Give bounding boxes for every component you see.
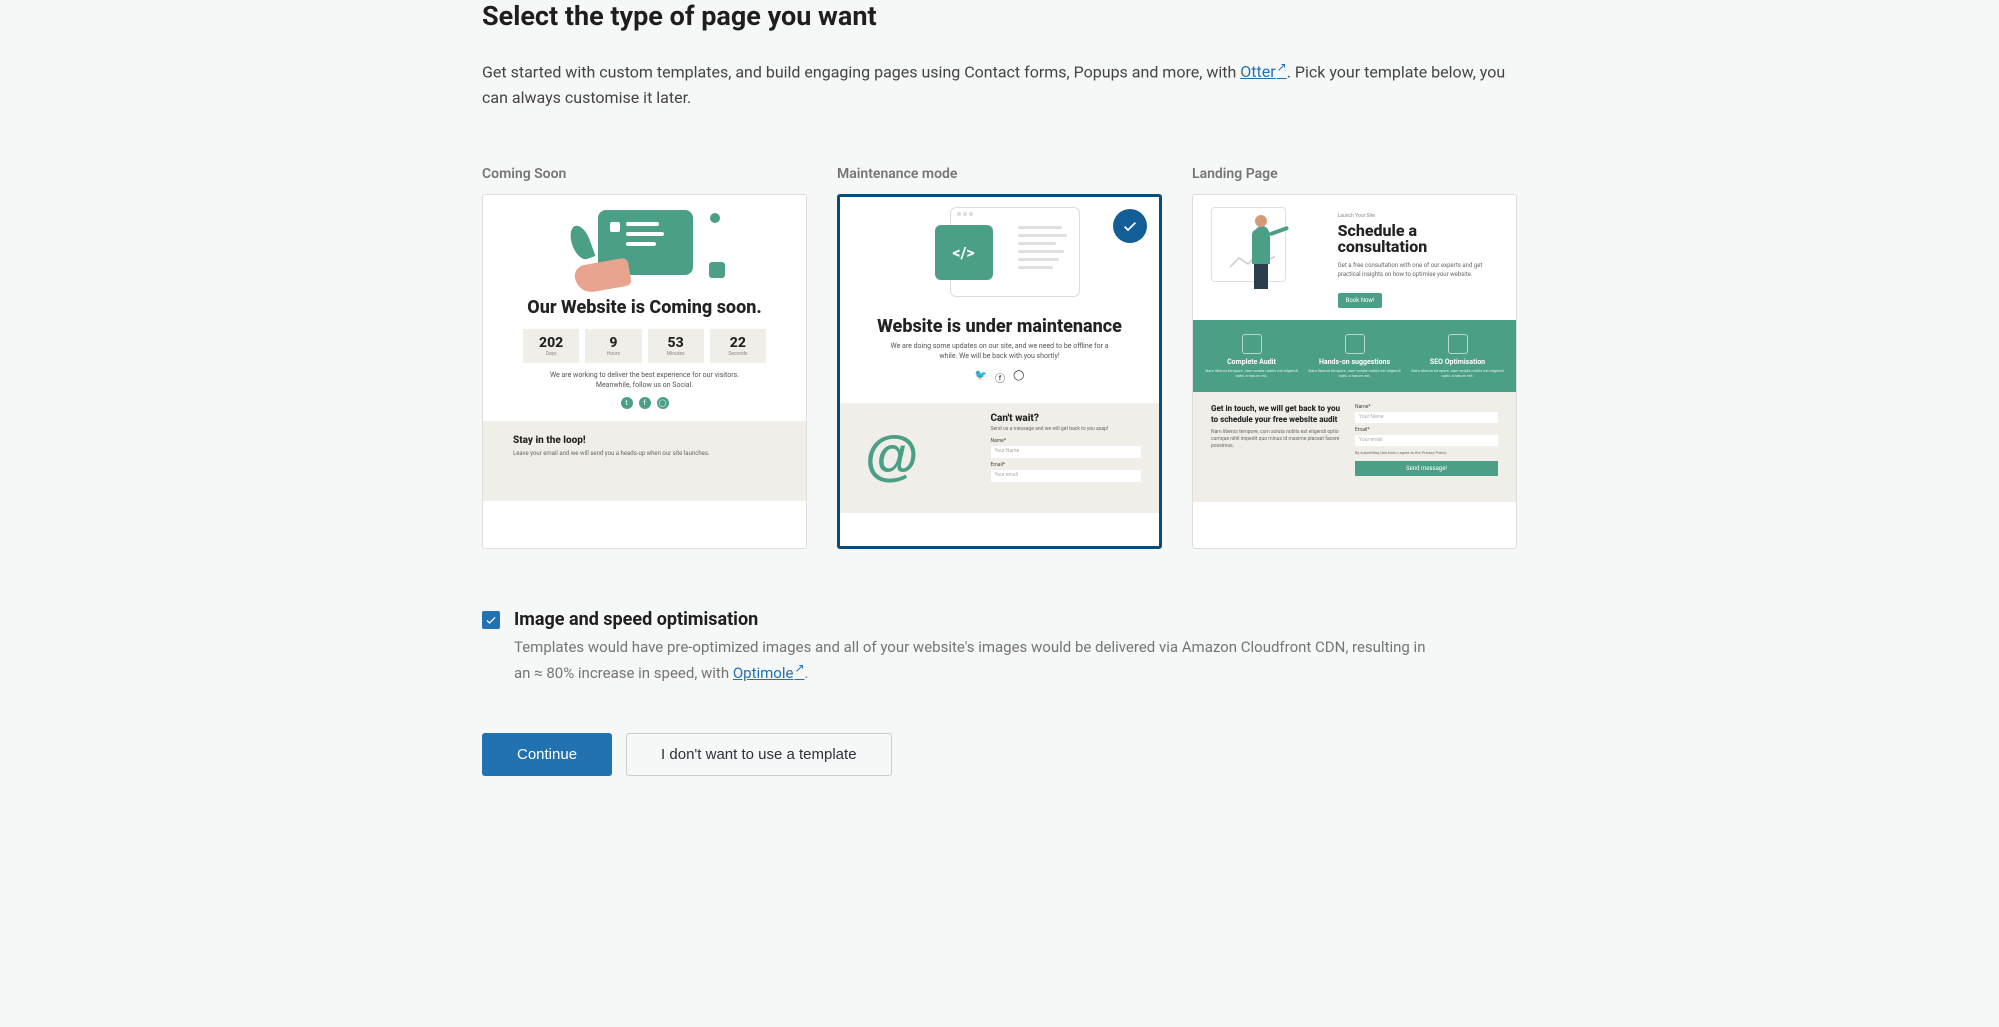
- template-coming-soon: Coming Soon Our Website is Coming soon. …: [482, 166, 807, 549]
- facebook-icon: ⓕ: [995, 370, 1005, 385]
- at-sign-icon: @: [865, 423, 919, 487]
- seo-icon: [1448, 334, 1468, 354]
- otter-link[interactable]: Otter↗: [1240, 62, 1286, 81]
- template-card-landing[interactable]: Launch Your Site Schedule a consultation…: [1192, 194, 1517, 549]
- selected-check-icon: [1113, 209, 1147, 243]
- social-icons: 🐦 ⓕ ◯: [860, 370, 1139, 385]
- preview-title: Website is under maintenance: [860, 317, 1139, 337]
- preview-button: Book Now!: [1338, 293, 1383, 308]
- illustration-message-card: [580, 205, 710, 290]
- optimization-title: Image and speed optimisation: [514, 609, 758, 630]
- template-label: Landing Page: [1192, 166, 1517, 182]
- template-landing: Landing Page: [1192, 166, 1517, 549]
- preview-note: We are doing some updates on our site, a…: [860, 336, 1139, 362]
- illustration-code-browser: </>: [920, 207, 1080, 307]
- external-link-icon: ↗: [1277, 60, 1287, 74]
- optimization-row: Image and speed optimisation: [482, 609, 1517, 630]
- instagram-icon: ◯: [657, 397, 669, 409]
- template-card-maintenance[interactable]: </> Website is under maintenance We are …: [837, 194, 1162, 549]
- page-subtext: Get started with custom templates, and b…: [482, 58, 1517, 111]
- preview-note: We are working to deliver the best exper…: [503, 371, 786, 391]
- instagram-icon: ◯: [1013, 370, 1024, 385]
- page-title: Select the type of page you want: [482, 0, 1517, 32]
- template-maintenance: Maintenance mode </> Website is under ma…: [837, 166, 1162, 549]
- illustration-presenter: [1211, 207, 1326, 307]
- template-card-coming-soon[interactable]: Our Website is Coming soon. 202Days 9Hou…: [482, 194, 807, 549]
- optimole-link[interactable]: Optimole↗: [733, 664, 805, 682]
- audit-icon: [1242, 334, 1262, 354]
- twitter-icon: 🐦: [975, 370, 987, 385]
- social-icons: t f ◯: [503, 397, 786, 409]
- template-label: Coming Soon: [482, 166, 807, 182]
- facebook-icon: f: [639, 397, 651, 409]
- skip-template-button[interactable]: I don't want to use a template: [626, 733, 891, 776]
- optimization-checkbox[interactable]: [482, 611, 500, 629]
- continue-button[interactable]: Continue: [482, 733, 612, 776]
- templates-grid: Coming Soon Our Website is Coming soon. …: [482, 166, 1517, 549]
- countdown: 202Days 9Hours 53Minutes 22Seconds: [523, 329, 766, 363]
- preview-title: Schedule a consultation: [1338, 223, 1498, 257]
- preview-title: Our Website is Coming soon.: [503, 298, 786, 318]
- features-row: Complete AuditNam liberos tempore, nam s…: [1193, 320, 1516, 392]
- action-buttons: Continue I don't want to use a template: [482, 733, 1517, 776]
- lightbulb-icon: [1345, 334, 1365, 354]
- template-label: Maintenance mode: [837, 166, 1162, 182]
- external-link-icon: ↗: [794, 661, 804, 675]
- optimization-description: Templates would have pre-optimized image…: [514, 636, 1434, 686]
- code-icon: </>: [935, 225, 993, 280]
- twitter-icon: t: [621, 397, 633, 409]
